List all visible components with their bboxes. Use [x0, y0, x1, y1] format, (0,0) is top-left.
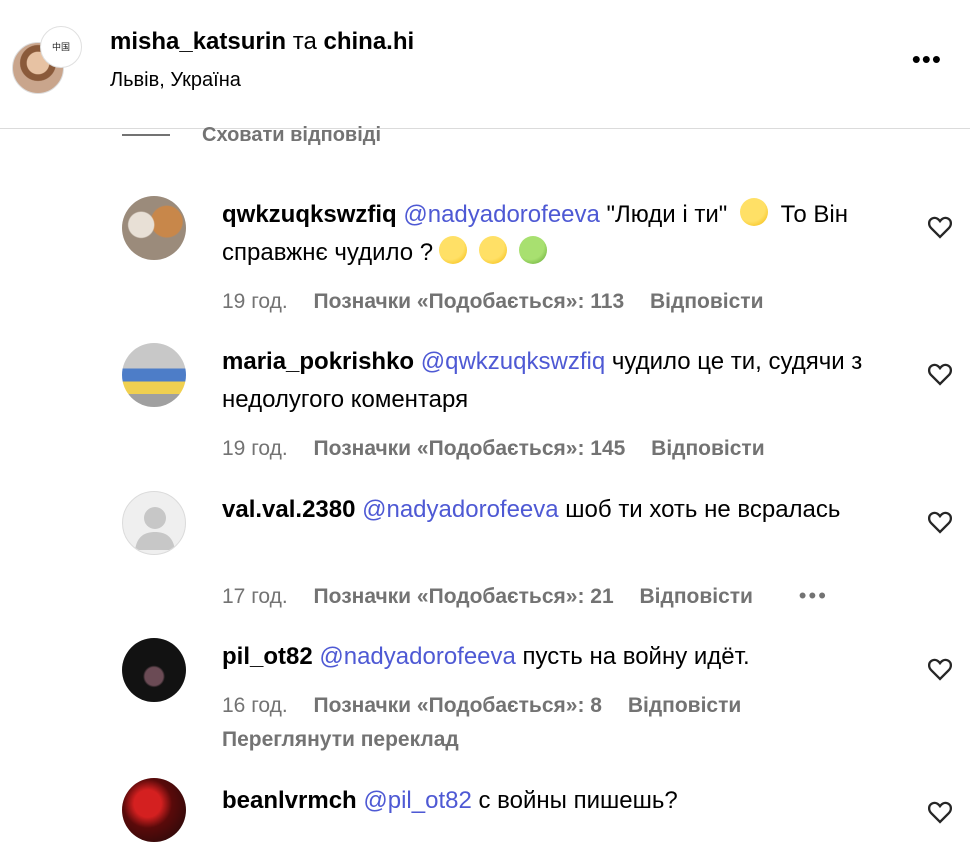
- laughing-emoji-icon: [439, 236, 468, 264]
- avatar[interactable]: [122, 491, 186, 555]
- comment-body: пусть на войну идёт.: [522, 643, 750, 670]
- default-avatar-icon: [135, 507, 175, 550]
- comment-username[interactable]: beanlvrmch: [222, 787, 357, 814]
- likes-count[interactable]: Позначки «Подобається»: 21: [314, 585, 614, 608]
- author-conjunction: та: [292, 28, 317, 55]
- author-link[interactable]: china.hi: [324, 28, 415, 55]
- comment-meta: 19 год. Позначки «Подобається»: 113 Відп…: [222, 290, 783, 314]
- comment-username[interactable]: val.val.2380: [222, 496, 355, 523]
- comment-text: pil_ot82 @nadyadorofeeva пусть на войну …: [222, 638, 902, 676]
- like-heart-icon[interactable]: [926, 508, 954, 536]
- likes-count[interactable]: Позначки «Подобається»: 145: [314, 437, 626, 460]
- comment-body: шоб ти хоть не всралась: [565, 496, 841, 523]
- laughing-emoji-icon: [479, 236, 508, 264]
- comment-username[interactable]: pil_ot82: [222, 643, 313, 670]
- author-link[interactable]: misha_katsurin: [110, 28, 286, 55]
- hide-replies-label[interactable]: Сховати відповіді: [202, 124, 381, 147]
- reply-button[interactable]: Відповісти: [639, 585, 752, 608]
- like-heart-icon[interactable]: [926, 213, 954, 241]
- likes-count[interactable]: Позначки «Подобається»: 113: [314, 290, 625, 313]
- comment-body: с войны пишешь?: [478, 787, 678, 814]
- mention-link[interactable]: @nadyadorofeeva: [403, 201, 600, 228]
- comment-body: "Люди і ти": [606, 201, 728, 228]
- comment-username[interactable]: maria_pokrishko: [222, 348, 414, 375]
- comment-meta: 16 год. Позначки «Подобається»: 8 Відпов…: [222, 694, 761, 718]
- reply-button[interactable]: Відповісти: [651, 437, 764, 460]
- comment-username[interactable]: qwkzuqkswzfiq: [222, 201, 397, 228]
- comment-time[interactable]: 19 год.: [222, 290, 288, 313]
- avatar-secondary[interactable]: 中国: [40, 26, 82, 68]
- see-translation-link[interactable]: Переглянути переклад: [222, 728, 459, 752]
- comment-time[interactable]: 19 год.: [222, 437, 288, 460]
- rofl-emoji-icon: [739, 198, 768, 226]
- like-heart-icon[interactable]: [926, 360, 954, 388]
- avatar[interactable]: [122, 196, 186, 260]
- avatar[interactable]: [122, 343, 186, 407]
- divider: [122, 134, 170, 136]
- alien-emoji-icon: [519, 236, 548, 264]
- location-link[interactable]: Львів, Україна: [110, 69, 241, 92]
- comment-text: qwkzuqkswzfiq @nadyadorofeeva "Люди і ти…: [222, 196, 902, 272]
- avatar[interactable]: [122, 638, 186, 702]
- more-options-icon[interactable]: •••: [912, 44, 942, 75]
- mention-link[interactable]: @nadyadorofeeva: [319, 643, 516, 670]
- comment-text: beanlvrmch @pil_ot82 с войны пишешь?: [222, 782, 902, 820]
- mention-link[interactable]: @nadyadorofeeva: [362, 496, 559, 523]
- likes-count[interactable]: Позначки «Подобається»: 8: [314, 694, 602, 717]
- post-header: 中国 misha_katsurin та china.hi Львів, Укр…: [0, 0, 970, 129]
- like-heart-icon[interactable]: [926, 798, 954, 826]
- reply-button[interactable]: Відповісти: [628, 694, 741, 717]
- reply-button[interactable]: Відповісти: [650, 290, 763, 313]
- comment-time[interactable]: 17 год.: [222, 585, 288, 608]
- mention-link[interactable]: @qwkzuqkswzfiq: [421, 348, 605, 375]
- comment-meta: 19 год. Позначки «Подобається»: 145 Відп…: [222, 437, 785, 461]
- comment-text: val.val.2380 @nadyadorofeeva шоб ти хоть…: [222, 491, 902, 529]
- comment-more-icon[interactable]: •••: [799, 583, 828, 608]
- comment-time[interactable]: 16 год.: [222, 694, 288, 717]
- comment-meta: 17 год. Позначки «Подобається»: 21 Відпо…: [222, 583, 848, 609]
- collab-avatars[interactable]: 中国: [10, 26, 82, 94]
- comment-text: maria_pokrishko @qwkzuqkswzfiq чудило це…: [222, 343, 902, 419]
- mention-link[interactable]: @pil_ot82: [363, 787, 471, 814]
- post-authors: misha_katsurin та china.hi: [110, 28, 414, 56]
- avatar[interactable]: [122, 778, 186, 842]
- like-heart-icon[interactable]: [926, 655, 954, 683]
